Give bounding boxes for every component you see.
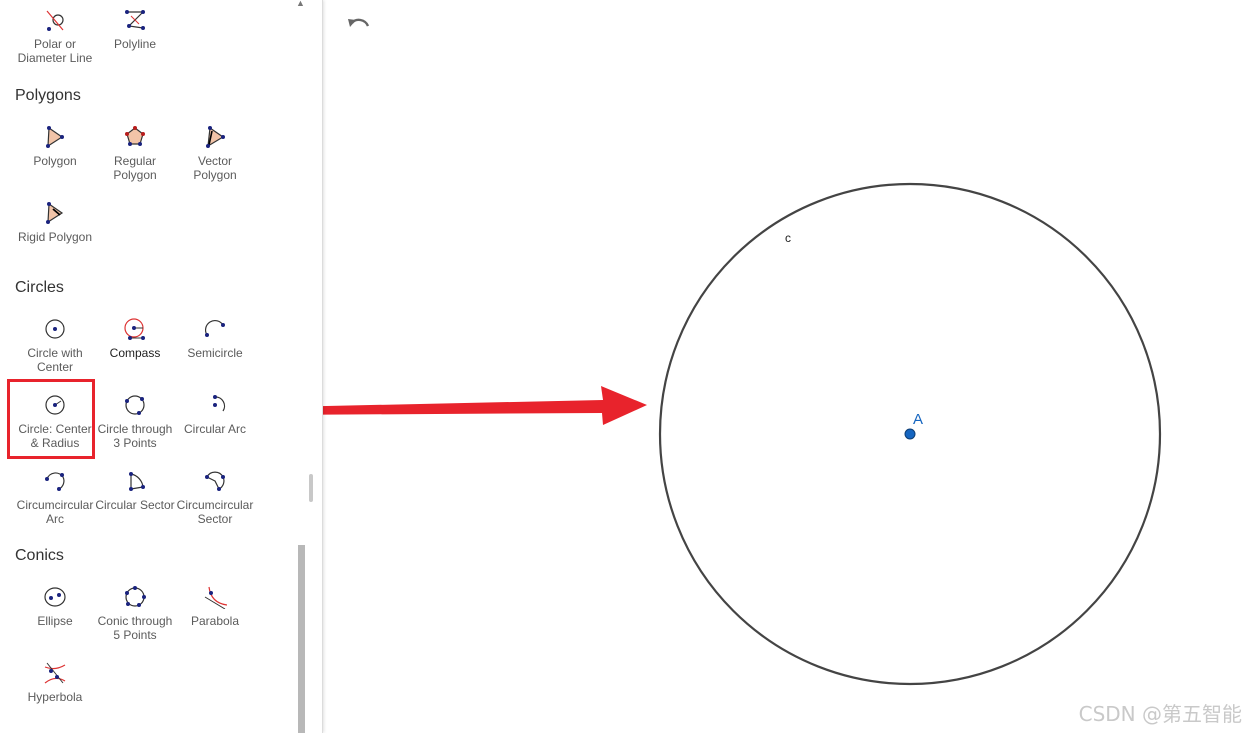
tool-label: Parabola	[190, 614, 240, 628]
circle-3-points-icon	[125, 395, 145, 415]
tool-label: Polyline	[113, 37, 157, 51]
regular-polygon-icon	[125, 126, 145, 146]
rigid-polygon-icon	[46, 202, 64, 224]
tool-label: Circumcircular Arc	[16, 498, 94, 526]
tool-polygon[interactable]: Polygon	[15, 125, 95, 168]
tool-label: Circle with Center	[27, 346, 83, 374]
tool-label: Hyperbola	[27, 690, 83, 704]
tool-ellipse[interactable]: Ellipse	[15, 585, 95, 628]
ellipse-icon	[44, 587, 66, 607]
tool-label: Circular Arc	[183, 422, 246, 436]
hyperbola-icon	[44, 662, 66, 684]
point-label: A	[913, 411, 923, 428]
tool-circular-arc[interactable]: Circular Arc	[175, 393, 255, 436]
tool-label: Vector Polygon	[193, 154, 237, 182]
category-circles: Circles	[15, 279, 64, 296]
tool-label: Ellipse	[37, 614, 73, 628]
tool-label: Circular Sector	[95, 498, 175, 512]
conic-5-points-icon	[125, 586, 146, 607]
tool-circumcircular-arc[interactable]: Circumcircular Arc	[15, 469, 95, 526]
semicircle-icon	[204, 319, 225, 337]
tool-label: Compass	[109, 346, 161, 360]
category-polygons: Polygons	[15, 87, 81, 104]
circular-arc-icon	[213, 395, 226, 412]
parabola-icon	[204, 586, 227, 609]
polygon-icon	[46, 126, 64, 148]
tool-label: Polygon	[33, 154, 77, 168]
tool-circle-with-center[interactable]: Circle with Center	[15, 317, 95, 374]
tool-polyline[interactable]: Polyline	[95, 8, 175, 51]
circular-sector-icon	[129, 472, 145, 491]
tool-compass[interactable]: Compass	[95, 317, 175, 360]
tool-label: Polar or Diameter Line	[17, 37, 93, 65]
tool-label: Circle through 3 Points	[97, 422, 173, 450]
tool-label: Circumcircular Sector	[176, 498, 254, 526]
vector-polygon-icon	[206, 126, 225, 148]
tool-hyperbola[interactable]: Hyperbola	[15, 661, 95, 704]
circumcircular-sector-icon	[205, 471, 225, 491]
tool-regular-polygon[interactable]: Regular Polygon	[95, 125, 175, 182]
watermark: CSDN @第五智能	[1078, 702, 1242, 726]
circle-with-center-icon	[45, 319, 65, 339]
highlight-box	[7, 379, 95, 459]
compass-icon	[124, 318, 145, 340]
tool-conic-5-points[interactable]: Conic through 5 Points	[95, 585, 175, 642]
tool-label: Semicircle	[187, 346, 243, 360]
tool-label: Regular Polygon	[113, 154, 157, 182]
scrollbar-track[interactable]	[298, 545, 305, 733]
point-a[interactable]	[904, 428, 916, 440]
tool-circumcircular-sector[interactable]: Circumcircular Sector	[175, 469, 255, 526]
polyline-icon	[125, 10, 145, 30]
tool-polar-diameter-line[interactable]: Polar or Diameter Line	[15, 8, 95, 65]
tools-panel: ▲ Polar or Diameter Line Polyline Polygo…	[0, 0, 323, 733]
circle-label: c	[785, 231, 791, 245]
circumcircular-arc-icon	[45, 472, 65, 491]
tool-label: Conic through 5 Points	[97, 614, 173, 642]
polar-diameter-line-icon	[46, 10, 64, 31]
tool-semicircle[interactable]: Semicircle	[175, 317, 255, 360]
tool-vector-polygon[interactable]: Vector Polygon	[175, 125, 255, 182]
undo-icon	[348, 18, 370, 27]
scroll-up-arrow[interactable]: ▲	[296, 0, 305, 8]
tool-rigid-polygon[interactable]: Rigid Polygon	[15, 201, 95, 244]
tool-parabola[interactable]: Parabola	[175, 585, 255, 628]
scrollbar-thumb[interactable]	[309, 474, 313, 502]
tool-circular-sector[interactable]: Circular Sector	[95, 469, 175, 512]
tool-circle-3-points[interactable]: Circle through 3 Points	[95, 393, 175, 450]
undo-button[interactable]	[346, 14, 372, 41]
tool-label: Rigid Polygon	[17, 230, 93, 244]
category-conics: Conics	[15, 547, 64, 564]
